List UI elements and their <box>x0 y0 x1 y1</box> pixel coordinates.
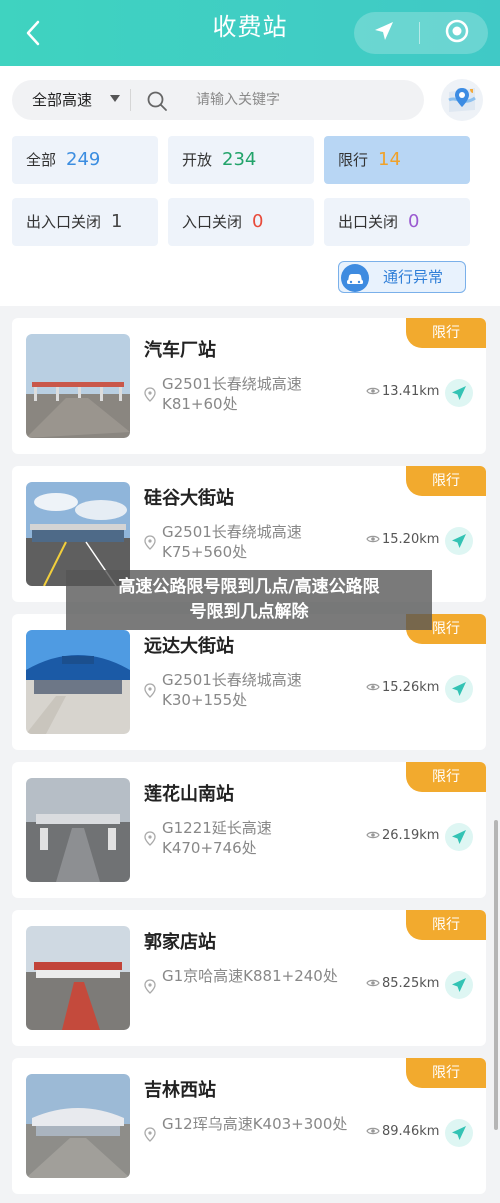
station-name: 莲花山南站 <box>144 784 234 805</box>
abnormal-label: 通行异常 <box>383 268 444 286</box>
filter-label: 全部 <box>26 151 57 169</box>
station-name: 郭家店站 <box>144 932 216 953</box>
filter-count: 234 <box>222 149 257 170</box>
station-name: 汽车厂站 <box>144 340 216 361</box>
map-view-button[interactable] <box>440 78 484 122</box>
navigate-icon[interactable] <box>444 822 474 852</box>
station-name: 硅谷大街站 <box>144 488 234 509</box>
status-tag: 限行 <box>406 466 486 496</box>
station-card[interactable]: 郭家店站 G1京哈高速K881+240处 85.25km 限行 <box>12 910 486 1046</box>
filter-all[interactable]: 全部 249 <box>12 136 158 184</box>
status-tag: 限行 <box>406 1058 486 1088</box>
navigate-icon[interactable] <box>444 526 474 556</box>
distance-icon <box>366 1127 380 1135</box>
search-icon <box>147 91 167 111</box>
station-distance: 15.26km <box>382 680 440 695</box>
station-card[interactable]: 莲花山南站 G1221延长高速K470+746处 26.19km 限行 <box>12 762 486 898</box>
caption-line: 高速公路限号限到几点/高速公路限 <box>118 577 380 597</box>
filter-exit-closed[interactable]: 出口关闭 0 <box>324 198 470 246</box>
map-pin-icon <box>441 79 483 121</box>
filter-open[interactable]: 开放 234 <box>168 136 314 184</box>
navigate-icon[interactable] <box>444 674 474 704</box>
search-input[interactable] <box>196 80 406 120</box>
station-photo <box>26 1074 130 1178</box>
station-photo <box>26 334 130 438</box>
station-name: 吉林西站 <box>144 1080 216 1101</box>
filter-count: 249 <box>66 149 101 170</box>
station-card[interactable]: 吉林西站 G12珲乌高速K403+300处 89.46km 限行 <box>12 1058 486 1194</box>
filter-label: 开放 <box>182 151 213 169</box>
header-actions <box>354 12 488 54</box>
station-name: 远达大街站 <box>144 636 234 657</box>
station-address: G1221延长高速K470+746处 <box>162 819 272 857</box>
highway-select[interactable]: 全部高速 <box>32 80 92 120</box>
station-photo <box>26 630 130 734</box>
station-distance: 26.19km <box>382 828 440 843</box>
filter-count: 0 <box>408 211 420 232</box>
divider <box>419 22 421 44</box>
station-photo <box>26 926 130 1030</box>
location-pin-icon <box>144 535 156 550</box>
station-address: G1京哈高速K881+240处 <box>162 967 338 985</box>
location-pin-icon <box>144 683 156 698</box>
caret-down-icon[interactable] <box>110 95 120 102</box>
filter-count: 1 <box>111 211 123 232</box>
distance-icon <box>366 831 380 839</box>
location-arrow-button[interactable] <box>372 19 396 47</box>
target-icon <box>445 19 469 43</box>
location-arrow-icon <box>374 22 393 40</box>
station-card[interactable]: 远达大街站 G2501长春绕城高速K30+155处 15.26km 限行 <box>12 614 486 750</box>
station-address: G2501长春绕城高速K30+155处 <box>162 671 302 709</box>
filter-entrance-closed[interactable]: 入口关闭 0 <box>168 198 314 246</box>
filter-panel: 全部高速 全部 249 开放 234 限行 14 出入口关闭 1 入口关闭 0 出口关闭 0 <box>0 66 500 306</box>
location-pin-icon <box>144 831 156 846</box>
distance-icon <box>366 387 380 395</box>
station-address: G2501长春绕城高速K75+560处 <box>162 523 302 561</box>
navigate-icon[interactable] <box>444 970 474 1000</box>
status-tag: 限行 <box>406 762 486 792</box>
target-button[interactable] <box>444 18 470 48</box>
filter-label: 出入口关闭 <box>26 213 102 231</box>
filter-label: 出口关闭 <box>338 213 399 231</box>
scrollbar[interactable] <box>494 820 498 1130</box>
filter-label: 入口关闭 <box>182 213 243 231</box>
filter-count: 0 <box>252 211 264 232</box>
station-address: G2501长春绕城高速K81+60处 <box>162 375 302 413</box>
filter-all-closed[interactable]: 出入口关闭 1 <box>12 198 158 246</box>
search-bar: 全部高速 <box>12 80 424 120</box>
station-distance: 89.46km <box>382 1124 440 1139</box>
station-distance: 15.20km <box>382 532 440 547</box>
filter-count: 14 <box>378 149 401 170</box>
app-header: 收费站 <box>0 0 500 66</box>
caption-line: 号限到几点解除 <box>189 602 309 622</box>
station-distance: 13.41km <box>382 384 440 399</box>
location-pin-icon <box>144 1127 156 1142</box>
distance-icon <box>366 979 380 987</box>
location-pin-icon <box>144 979 156 994</box>
divider <box>130 89 131 111</box>
station-distance: 85.25km <box>382 976 440 991</box>
status-tag: 限行 <box>406 910 486 940</box>
station-address: G12珲乌高速K403+300处 <box>162 1115 348 1133</box>
location-pin-icon <box>144 387 156 402</box>
distance-icon <box>366 535 380 543</box>
filter-label: 限行 <box>338 151 369 169</box>
distance-icon <box>366 683 380 691</box>
status-tag: 限行 <box>406 318 486 348</box>
caption-overlay: 高速公路限号限到几点/高速公路限 号限到几点解除 <box>66 570 432 630</box>
abnormal-traffic-button[interactable]: 通行异常 <box>338 261 466 293</box>
navigate-icon[interactable] <box>444 1118 474 1148</box>
filter-restricted[interactable]: 限行 14 <box>324 136 470 184</box>
station-card[interactable]: 汽车厂站 G2501长春绕城高速K81+60处 13.41km 限行 <box>12 318 486 454</box>
station-photo <box>26 778 130 882</box>
car-icon <box>341 264 369 292</box>
navigate-icon[interactable] <box>444 378 474 408</box>
